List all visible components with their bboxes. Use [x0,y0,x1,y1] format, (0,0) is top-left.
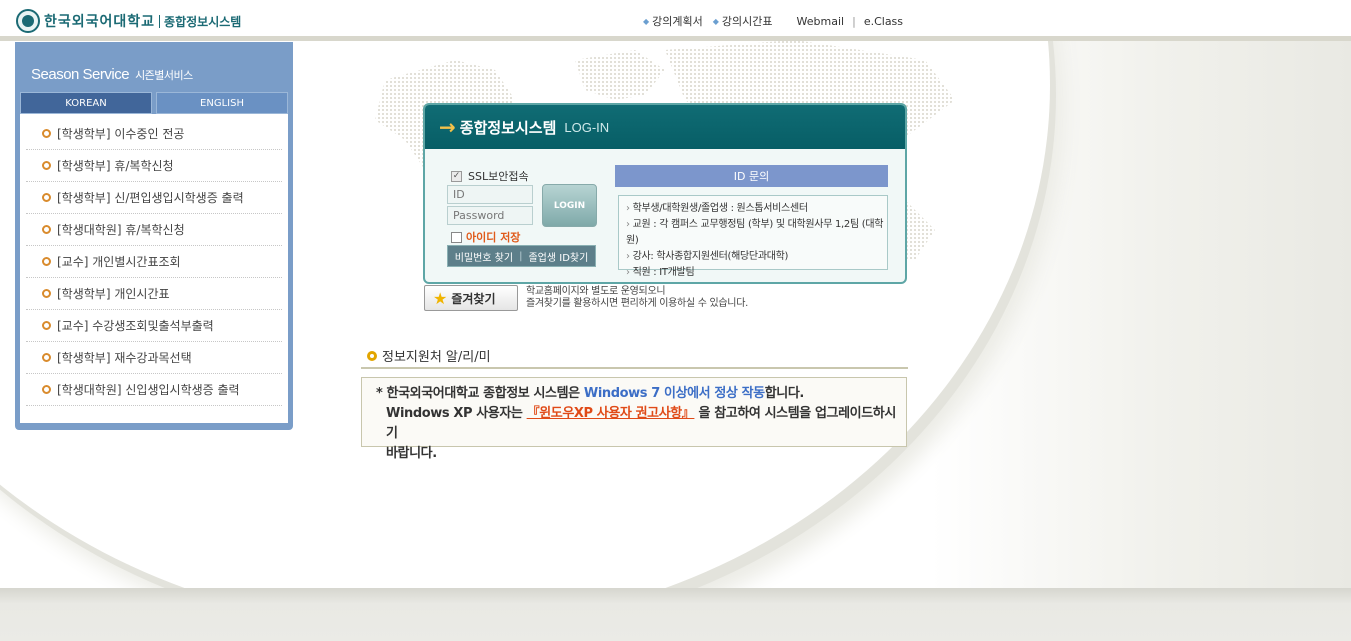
menu-item[interactable]: [학생대학원] 휴/복학신청 [26,214,282,246]
top-links: ◆ 강의계획서 ◆ 강의시간표 Webmail | e.Class [643,13,904,29]
link-webmail[interactable]: Webmail [797,15,845,28]
login-button[interactable]: LOGIN [542,184,597,227]
id-field[interactable]: ID [447,185,533,204]
star-icon: ★ [433,288,448,308]
language-tabs: KOREAN ENGLISH [20,92,288,114]
bullet-icon [42,289,51,298]
bullet-icon [42,161,51,170]
emblem-icon [16,9,40,33]
season-menu: [학생학부] 이수중인 전공 [학생학부] 휴/복학신청 [학생학부] 신/편입… [20,114,288,423]
tab-english[interactable]: ENGLISH [156,92,288,114]
login-panel: → 종합정보시스템 LOG-IN ✓ SSL보안접속 ID Password L… [423,103,907,284]
favorites-description: 학교홈페이지와 별도로 운영되오니 즐겨찾기를 활용하시면 편리하게 이용하실 … [526,286,748,309]
header-divider [0,36,1351,41]
find-account-bar: 비밀번호 찾기 | 졸업생 ID찾기 [447,245,596,267]
link-syllabus[interactable]: ◆ 강의계획서 [643,13,703,29]
menu-item[interactable]: [교수] 개인별시간표조회 [26,246,282,278]
bullet-icon [42,193,51,202]
menu-item[interactable]: [학생대학원] 신입생입시학생증 출력 [26,374,282,406]
find-alumni-id-button[interactable]: 졸업생 ID찾기 [528,249,588,264]
save-id-checkbox[interactable] [451,231,462,243]
menu-item[interactable]: [학생학부] 신/편입생입시학생증 출력 [26,182,282,214]
menu-item[interactable]: [학생학부] 휴/복학신청 [26,150,282,182]
save-id-option[interactable]: 아이디 저장 [451,229,520,245]
xp-recommendation-link[interactable]: 『윈도우XP 사용자 권고사항』 [527,406,695,421]
logo-name: 한국외국어대학교 [44,14,156,30]
menu-item[interactable]: [학생학부] 재수강과목선택 [26,342,282,374]
bullet-icon [42,257,51,266]
favorites-button[interactable]: ★ 즐겨찾기 [424,285,518,311]
bullet-icon [42,129,51,138]
ssl-option[interactable]: ✓ SSL보안접속 [451,168,529,184]
bullet-icon [42,225,51,234]
diamond-icon: ◆ [712,16,719,26]
notice-divider [361,367,908,369]
link-timetable[interactable]: ◆ 강의시간표 [713,13,773,29]
link-eclass[interactable]: e.Class [864,15,903,28]
logo-subtitle: 종합정보시스템 [164,14,242,29]
id-inquiry-info: 학부생/대학원생/졸업생 : 원스톱서비스센터 교원 : 각 캠퍼스 교무행정팀… [618,195,888,278]
notice-box: * 한국외국어대학교 종합정보 시스템은 Windows 7 이상에서 정상 작… [361,377,907,461]
bullet-icon [42,385,51,394]
circle-bullet-icon [367,350,377,361]
login-title: 종합정보시스템 [459,118,557,137]
arrow-right-icon: → [439,115,456,139]
id-inquiry-title: ID 문의 [615,165,888,187]
find-password-button[interactable]: 비밀번호 찾기 [455,249,513,264]
diamond-icon: ◆ [643,16,650,26]
notice-title: 정보지원처 알/리/미 [367,346,491,365]
login-title-en: LOG-IN [564,119,610,135]
season-service-title: Season Service 시즌별서비스 [31,66,193,83]
bullet-icon [42,353,51,362]
top-header: 한국외국어대학교 종합정보시스템 ◆ 강의계획서 ◆ 강의시간표 Webmail |… [0,0,1351,37]
menu-item[interactable]: [교수] 수강생조회및출석부출력 [26,310,282,342]
login-header: → 종합정보시스템 LOG-IN [425,105,905,149]
tab-korean[interactable]: KOREAN [20,92,152,114]
ssl-checkbox[interactable]: ✓ [451,170,462,182]
password-field[interactable]: Password [447,206,533,225]
season-service-panel: Season Service 시즌별서비스 KOREAN ENGLISH [학생학… [15,42,293,430]
university-logo[interactable]: 한국외국어대학교 종합정보시스템 [16,9,241,33]
menu-item[interactable]: [학생학부] 이수중인 전공 [26,118,282,150]
bullet-icon [42,321,51,330]
menu-item[interactable]: [학생학부] 개인시간표 [26,278,282,310]
